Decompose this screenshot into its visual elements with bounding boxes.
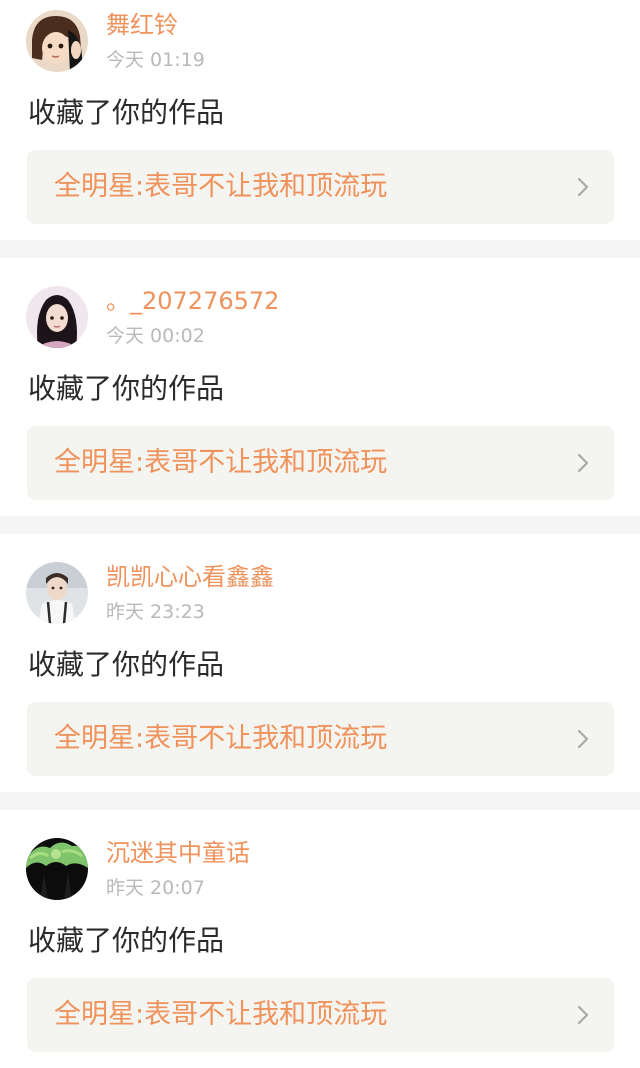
girl-photo-avatar-icon xyxy=(26,286,88,348)
activity-text: 收藏了你的作品 xyxy=(28,372,225,405)
tree-avatar-icon xyxy=(26,838,88,900)
notification-feed: 舞红铃 今天 01:19 收藏了你的作品 全明星:表哥不让我和顶流玩 。_207 xyxy=(0,0,640,1068)
work-link[interactable]: 全明星:表哥不让我和顶流玩 xyxy=(27,978,614,1052)
notification-card: 沉迷其中童话 昨天 20:07 收藏了你的作品 全明星:表哥不让我和顶流玩 xyxy=(0,810,640,1068)
work-title: 全明星:表哥不让我和顶流玩 xyxy=(54,723,388,754)
chevron-right-icon xyxy=(577,453,589,473)
work-link[interactable]: 全明星:表哥不让我和顶流玩 xyxy=(27,426,614,500)
activity-text: 收藏了你的作品 xyxy=(28,96,225,129)
avatar[interactable] xyxy=(26,562,88,624)
divider xyxy=(0,240,640,258)
divider xyxy=(0,516,640,534)
chevron-right-icon xyxy=(577,177,589,197)
notification-card: 。_207276572 今天 00:02 收藏了你的作品 全明星:表哥不让我和顶… xyxy=(0,258,640,516)
divider xyxy=(0,792,640,810)
work-title: 全明星:表哥不让我和顶流玩 xyxy=(54,447,388,478)
username[interactable]: 舞红铃 xyxy=(106,10,178,40)
notification-card: 舞红铃 今天 01:19 收藏了你的作品 全明星:表哥不让我和顶流玩 xyxy=(0,0,640,240)
timestamp: 昨天 23:23 xyxy=(106,601,205,623)
work-link[interactable]: 全明星:表哥不让我和顶流玩 xyxy=(27,702,614,776)
timestamp: 今天 00:02 xyxy=(106,325,205,347)
anime-avatar-icon xyxy=(26,10,88,72)
timestamp: 昨天 20:07 xyxy=(106,877,205,899)
notification-card: 凯凯心心看鑫鑫 昨天 23:23 收藏了你的作品 全明星:表哥不让我和顶流玩 xyxy=(0,534,640,792)
boy-photo-avatar-icon xyxy=(26,562,88,624)
chevron-right-icon xyxy=(577,1005,589,1025)
work-link[interactable]: 全明星:表哥不让我和顶流玩 xyxy=(27,150,614,224)
work-title: 全明星:表哥不让我和顶流玩 xyxy=(54,999,388,1030)
timestamp: 今天 01:19 xyxy=(106,49,205,71)
chevron-right-icon xyxy=(577,729,589,749)
avatar[interactable] xyxy=(26,838,88,900)
username[interactable]: 沉迷其中童话 xyxy=(106,838,250,868)
avatar[interactable] xyxy=(26,10,88,72)
username[interactable]: 。_207276572 xyxy=(106,286,279,316)
work-title: 全明星:表哥不让我和顶流玩 xyxy=(54,171,388,202)
username[interactable]: 凯凯心心看鑫鑫 xyxy=(106,562,274,592)
avatar[interactable] xyxy=(26,286,88,348)
activity-text: 收藏了你的作品 xyxy=(28,924,225,957)
activity-text: 收藏了你的作品 xyxy=(28,648,225,681)
